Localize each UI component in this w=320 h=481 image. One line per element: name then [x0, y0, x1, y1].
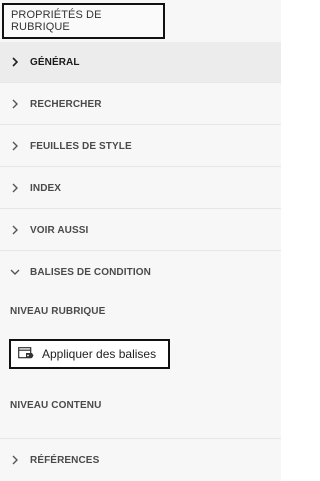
section-label: BALISES DE CONDITION: [30, 266, 151, 278]
chevron-down-icon: [9, 266, 21, 278]
chevron-right-icon: [9, 98, 21, 110]
section-conditional-tags[interactable]: BALISES DE CONDITION: [0, 252, 281, 292]
topic-properties-panel: PROPRIÉTÉS DE RUBRIQUE GÉNÉRAL RECHERCHE…: [0, 0, 281, 481]
chevron-right-icon: [9, 140, 21, 152]
section-see-also[interactable]: VOIR AUSSI: [0, 210, 281, 251]
section-label: RECHERCHER: [30, 98, 102, 110]
section-stylesheets[interactable]: FEUILLES DE STYLE: [0, 126, 281, 167]
chevron-right-icon: [9, 182, 21, 194]
panel-title-text: PROPRIÉTÉS DE RUBRIQUE: [11, 9, 102, 33]
section-references[interactable]: RÉFÉRENCES: [0, 439, 281, 481]
section-index[interactable]: INDEX: [0, 168, 281, 209]
apply-tags-button-label: Appliquer des balises: [42, 347, 157, 361]
topic-level-label: NIVEAU RUBRIQUE: [10, 306, 106, 317]
chevron-right-icon: [9, 224, 21, 236]
section-label: VOIR AUSSI: [30, 224, 89, 236]
apply-tags-icon: [18, 347, 34, 361]
section-label: FEUILLES DE STYLE: [30, 140, 132, 152]
section-search[interactable]: RECHERCHER: [0, 84, 281, 125]
section-general[interactable]: GÉNÉRAL: [0, 42, 281, 83]
chevron-right-icon: [9, 454, 21, 466]
section-label: GÉNÉRAL: [30, 56, 80, 68]
content-level-label: NIVEAU CONTENU: [10, 400, 102, 411]
apply-tags-button[interactable]: Appliquer des balises: [9, 339, 170, 369]
panel-title: PROPRIÉTÉS DE RUBRIQUE: [2, 3, 165, 39]
section-label: INDEX: [30, 182, 62, 194]
section-label: RÉFÉRENCES: [30, 454, 100, 466]
chevron-right-icon: [9, 56, 21, 68]
